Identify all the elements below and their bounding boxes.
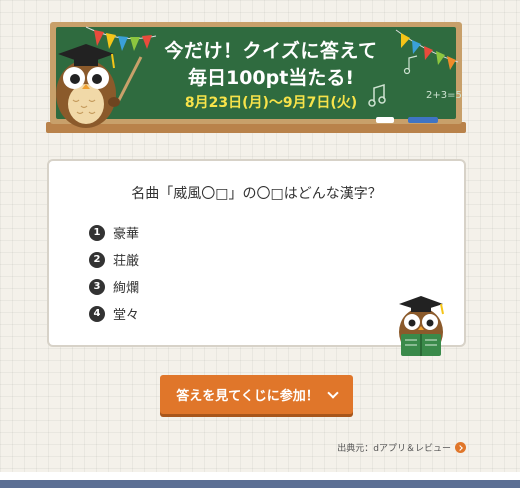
banner-subheadline: 毎日100pt当たる! bbox=[187, 67, 354, 89]
chevron-down-icon bbox=[327, 386, 339, 399]
footer-bar bbox=[0, 480, 520, 488]
quiz-option-3: 3 絢爛 bbox=[89, 273, 139, 300]
option-label: 堂々 bbox=[113, 308, 140, 323]
source-link[interactable]: 出典元：dアプリ＆レビュー bbox=[337, 441, 466, 454]
option-number-badge: 4 bbox=[89, 305, 105, 322]
reveal-answer-button[interactable]: 答えを見てくじに参加！ bbox=[160, 375, 353, 414]
option-number-badge: 2 bbox=[89, 251, 105, 268]
quiz-option-4: 4 堂々 bbox=[89, 300, 139, 327]
quiz-option-2: 2 荘厳 bbox=[89, 246, 139, 273]
option-number-badge: 3 bbox=[89, 278, 105, 295]
banner-date-range: 8月23日(月)～9月7日(火) bbox=[184, 95, 358, 111]
arrow-right-icon bbox=[455, 442, 466, 453]
quiz-options: 1 豪華 2 荘厳 3 絢爛 4 堂々 bbox=[89, 219, 139, 327]
divider bbox=[0, 472, 520, 480]
owl-mascot-icon bbox=[56, 44, 143, 128]
option-label: 荘厳 bbox=[113, 254, 140, 269]
promo-banner: 2+3=5 今だけ！クイズに答えて 毎日100pt当たる! 8月23日(月)～9… bbox=[46, 22, 466, 134]
quiz-question: 名曲「威風〇□」の〇□はどんな漢字？ bbox=[131, 186, 382, 202]
source-label: 出典元：dアプリ＆レビュー bbox=[337, 444, 451, 454]
quiz-option-1: 1 豪華 bbox=[89, 219, 139, 246]
option-label: 絢爛 bbox=[113, 281, 140, 296]
option-label: 豪華 bbox=[113, 227, 140, 242]
option-number-badge: 1 bbox=[89, 224, 105, 241]
owl-reading-icon bbox=[399, 296, 444, 356]
banner-headline: 今だけ！クイズに答えて bbox=[164, 40, 378, 62]
reveal-answer-label: 答えを見てくじに参加！ bbox=[176, 388, 319, 403]
quiz-card: 名曲「威風〇□」の〇□はどんな漢字？ 1 豪華 2 荘厳 3 絢爛 4 堂々 bbox=[47, 159, 466, 356]
chalk-math-text: 2+3=5 bbox=[426, 90, 462, 101]
